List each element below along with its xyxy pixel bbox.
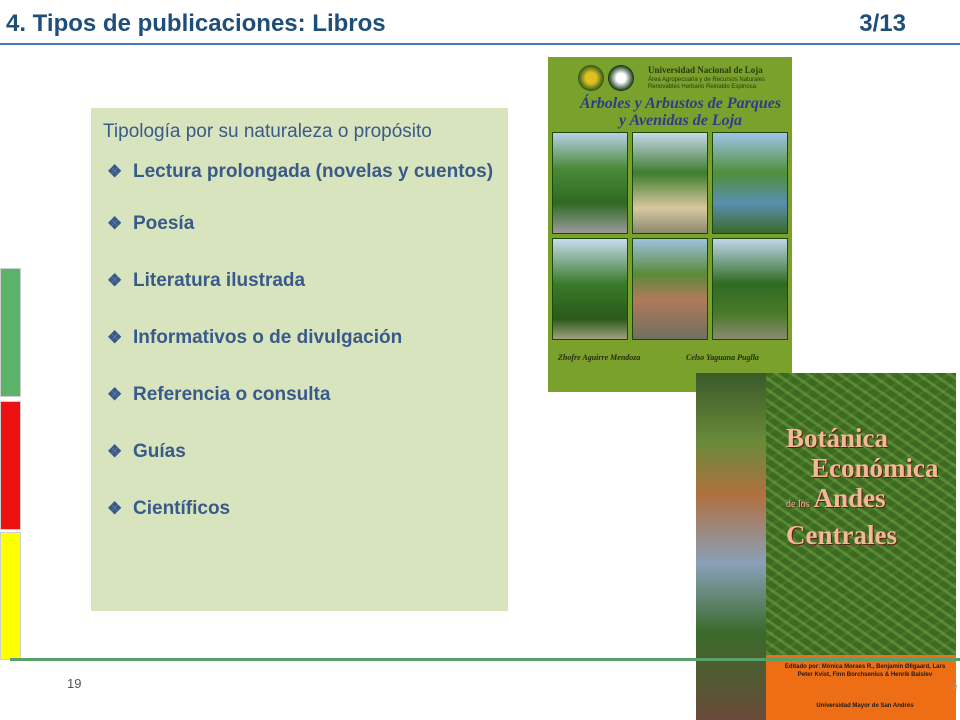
list-item-label: Científicos (133, 498, 231, 519)
side-bar-green (0, 268, 21, 397)
tree-photo (632, 238, 708, 340)
book1-photo-grid (552, 132, 788, 340)
list-item-label: Lectura prolongada (novelas y cuentos) (133, 161, 494, 182)
typology-box: Tipología por su naturaleza o propósito … (91, 108, 508, 611)
diamond-bullet-icon: ❖ (107, 385, 123, 404)
list-item: ❖ Poesía (103, 209, 496, 239)
list-item: ❖ Referencia o consulta (103, 380, 496, 410)
slide-counter: 3/13 (859, 10, 906, 37)
book1-institution: Universidad Nacional de Loja (648, 65, 763, 75)
book1-author-2: Celso Yaguana Puglla (686, 353, 759, 362)
list-item-label: Guías (133, 441, 186, 462)
list-item-label: Poesía (133, 213, 195, 234)
list-item: ❖ Guías (103, 437, 496, 467)
diamond-bullet-icon: ❖ (107, 271, 123, 290)
book1-title: Árboles y Arbustos de Parques y Avenidas… (579, 95, 782, 129)
book1-institution-sub: Área Agropecuaria y de Recursos Naturale… (648, 77, 766, 90)
diamond-bullet-icon: ❖ (107, 162, 123, 181)
footer-divider (10, 658, 960, 661)
tree-photo (712, 132, 788, 234)
list-item-label: Referencia o consulta (133, 384, 331, 405)
book2-editors: Editado por: Mónica Moraes R., Benjamin … (784, 664, 946, 678)
diamond-bullet-icon: ❖ (107, 328, 123, 347)
list-item: ❖ Informativos o de divulgación (103, 323, 496, 353)
book2-title: Botánica Económica de los Andes Centrales (786, 423, 951, 550)
book1-author-1: Zhofre Aguirre Mendoza (558, 353, 641, 362)
page-number: 19 (67, 676, 82, 691)
list-item-label: Informativos o de divulgación (133, 327, 403, 348)
herbarium-seal-icon (608, 65, 634, 91)
tree-photo (552, 238, 628, 340)
slide-title-bar: 4. Tipos de publicaciones: Libros 3/13 (6, 10, 906, 38)
side-bar-red (0, 401, 21, 530)
book-cover-botanica: Botánica Económica de los Andes Centrales… (696, 373, 956, 720)
list-item: ❖ Científicos (103, 494, 496, 524)
list-item: ❖ Lectura prolongada (novelas y cuentos) (103, 157, 496, 187)
book2-publisher: Universidad Mayor de San Andrés (816, 703, 914, 709)
book2-title-line2: Económica (811, 453, 939, 483)
diamond-bullet-icon: ❖ (107, 499, 123, 518)
list-item-label: Literatura ilustrada (133, 270, 306, 291)
tree-photo (712, 238, 788, 340)
list-item: ❖ Literatura ilustrada (103, 266, 496, 296)
book2-title-line3: Andes Centrales (786, 483, 897, 550)
tree-photo (632, 132, 708, 234)
typology-list: ❖ Lectura prolongada (novelas y cuentos)… (103, 157, 496, 524)
diamond-bullet-icon: ❖ (107, 442, 123, 461)
university-seal-icon (578, 65, 604, 91)
slide-title: 4. Tipos de publicaciones: Libros (6, 10, 386, 37)
typology-heading: Tipología por su naturaleza o propósito (103, 121, 432, 142)
book-cover-arboles: Universidad Nacional de Loja Área Agrope… (548, 57, 792, 392)
side-bar-yellow (0, 532, 21, 660)
edge-text: ió (950, 683, 959, 690)
book2-title-small: de los (786, 499, 810, 510)
book2-title-line1: Botánica (786, 423, 889, 453)
plant-photo-strip (696, 373, 766, 720)
title-divider (0, 43, 960, 45)
tree-photo (552, 132, 628, 234)
diamond-bullet-icon: ❖ (107, 214, 123, 233)
